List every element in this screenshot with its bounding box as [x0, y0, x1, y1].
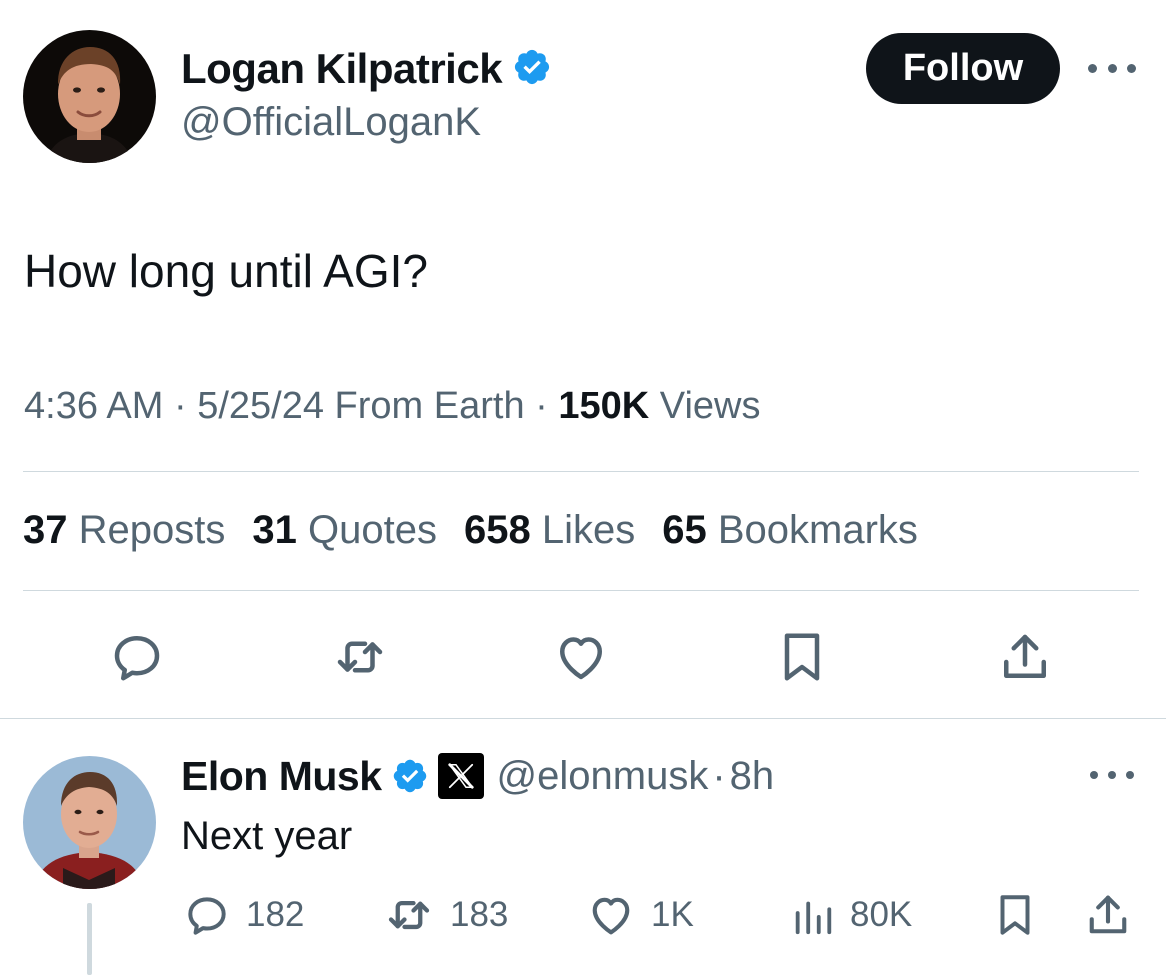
- reply-text: Next year: [181, 814, 353, 858]
- bookmarks-stat[interactable]: 65 Bookmarks: [662, 508, 918, 553]
- divider: [0, 718, 1166, 719]
- tweet-source: From Earth: [324, 385, 525, 427]
- reply-icon[interactable]: [107, 627, 167, 687]
- tweet-meta: 4:36 AM · 5/25/24 From Earth · 150K View…: [24, 385, 760, 428]
- verified-badge-icon: [391, 757, 429, 795]
- views-icon: [795, 901, 832, 935]
- tweet-text: How long until AGI?: [24, 245, 429, 297]
- verified-badge-icon: [512, 47, 552, 92]
- reposts-count: 183: [450, 895, 509, 934]
- more-options-icon[interactable]: [1090, 768, 1134, 782]
- author-name-row: Logan Kilpatrick: [181, 41, 552, 97]
- x-affiliate-badge-icon[interactable]: [437, 753, 484, 799]
- quotes-stat[interactable]: 31 Quotes: [252, 508, 437, 553]
- tweet-time[interactable]: 4:36 AM: [24, 385, 163, 427]
- reply-author-name[interactable]: Elon Musk: [181, 753, 382, 800]
- follow-button[interactable]: Follow: [866, 33, 1060, 104]
- share-icon[interactable]: [995, 627, 1055, 687]
- replies-count: 182: [246, 895, 305, 934]
- reply-replies-action[interactable]: 182: [182, 890, 304, 940]
- bookmark-icon: [1000, 895, 1030, 935]
- views-label: Views: [649, 385, 761, 427]
- reply-time[interactable]: 8h: [730, 754, 775, 798]
- meta-separator: ·: [163, 385, 198, 427]
- author-display-name[interactable]: Logan Kilpatrick: [181, 45, 503, 93]
- reply-repost-action[interactable]: 183: [382, 890, 508, 940]
- like-icon[interactable]: [551, 627, 611, 687]
- views-count: 80K: [850, 895, 913, 934]
- bookmark-icon[interactable]: [772, 627, 832, 687]
- share-icon: [1089, 895, 1127, 934]
- repost-icon[interactable]: [330, 627, 390, 687]
- likes-count: 1K: [651, 895, 694, 934]
- reposts-stat[interactable]: 37 Reposts: [23, 508, 225, 553]
- tweet-date[interactable]: 5/25/24: [197, 385, 324, 427]
- views-count: 150K: [558, 385, 650, 427]
- reply-author-row: Elon Musk @elonmusk · 8h: [181, 750, 774, 802]
- author-handle[interactable]: @OfficialLoganK: [181, 100, 481, 145]
- author-avatar[interactable]: [23, 30, 156, 163]
- divider: [23, 471, 1139, 472]
- likes-stat[interactable]: 658 Likes: [464, 508, 635, 553]
- divider: [23, 590, 1139, 591]
- reply-bookmark-action[interactable]: [990, 890, 1040, 940]
- repost-icon: [388, 900, 430, 930]
- engagement-stats: 37 Reposts 31 Quotes 658 Likes 65 Bookma…: [23, 508, 918, 553]
- meta-separator: ·: [524, 385, 559, 427]
- reply-like-action[interactable]: 1K: [585, 890, 694, 940]
- reply-author-handle[interactable]: @elonmusk · 8h: [497, 754, 775, 799]
- reply-views-action[interactable]: 80K: [790, 890, 912, 940]
- reply-author-avatar[interactable]: [23, 756, 156, 889]
- like-icon: [592, 897, 630, 935]
- reply-icon: [188, 897, 226, 935]
- meta-separator: ·: [712, 753, 726, 798]
- more-options-icon[interactable]: [1088, 54, 1136, 82]
- thread-line: [87, 903, 92, 975]
- reply-share-action[interactable]: [1082, 890, 1134, 940]
